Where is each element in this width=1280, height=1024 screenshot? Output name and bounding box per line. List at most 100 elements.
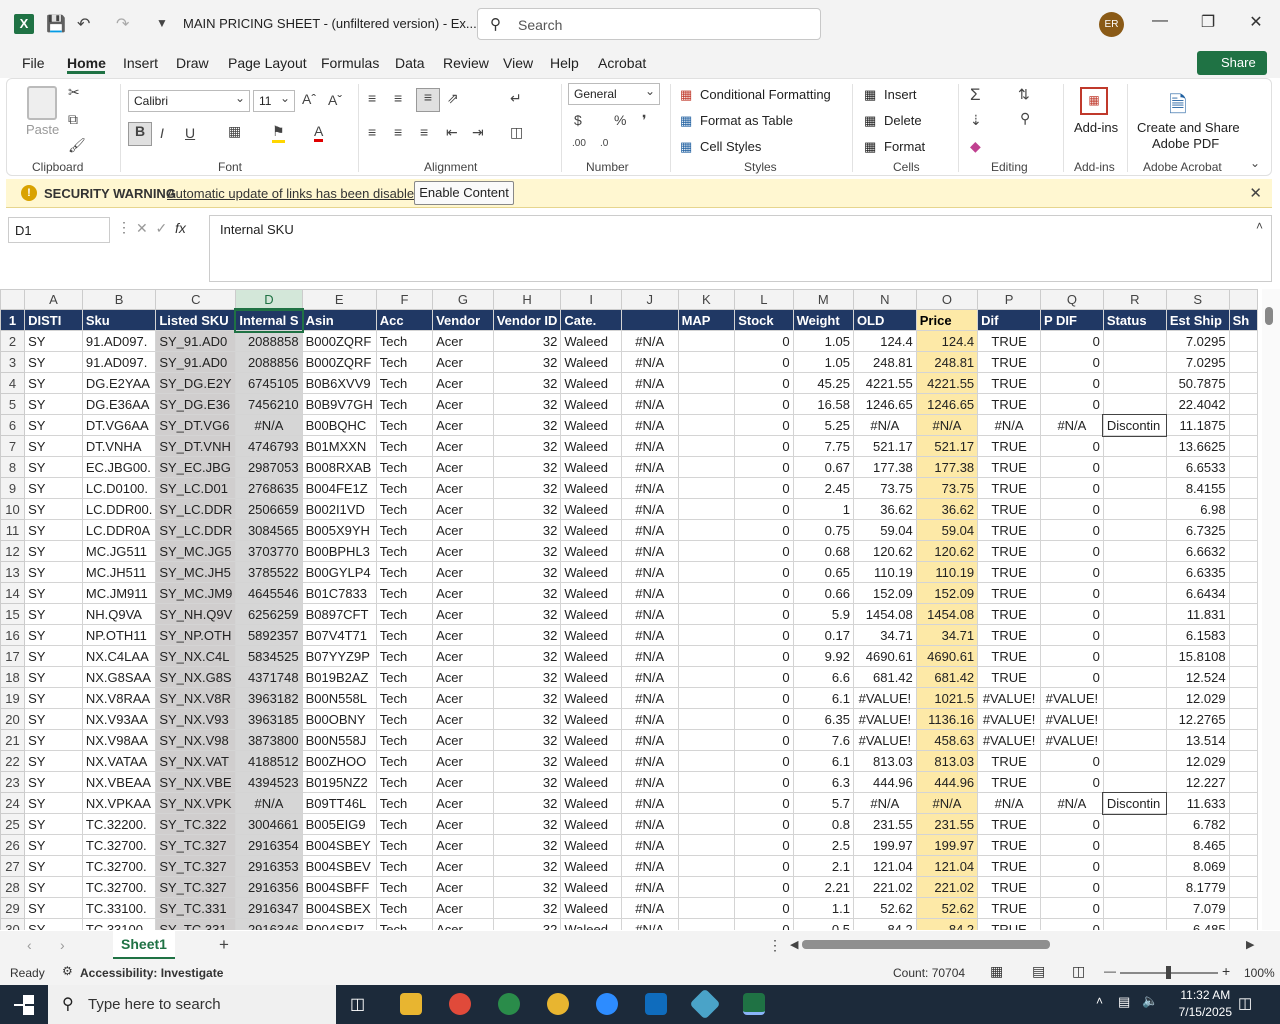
- table-cell[interactable]: 32: [492, 561, 562, 583]
- chrome-alt-icon[interactable]: [547, 993, 569, 1015]
- page-layout-view-icon[interactable]: ▤: [1032, 963, 1045, 980]
- table-cell[interactable]: 231.55: [915, 813, 979, 835]
- table-cell[interactable]: 0: [1039, 855, 1104, 877]
- table-cell[interactable]: Tech: [375, 666, 434, 688]
- table-cell[interactable]: [677, 414, 736, 436]
- table-cell[interactable]: Tech: [375, 372, 434, 394]
- table-cell[interactable]: 152.09: [852, 582, 917, 604]
- font-name-select[interactable]: Calibri: [128, 90, 250, 112]
- table-cell[interactable]: 0: [734, 792, 794, 814]
- table-cell[interactable]: SY: [24, 477, 83, 499]
- table-cell[interactable]: 231.55: [852, 813, 917, 835]
- table-cell[interactable]: Tech: [375, 519, 434, 541]
- table-cell[interactable]: Acer: [432, 519, 494, 541]
- table-cell[interactable]: B01MXXN: [301, 435, 377, 457]
- table-cell[interactable]: Acer: [432, 477, 494, 499]
- table-cell[interactable]: #N/A: [620, 708, 679, 730]
- align-middle-icon[interactable]: ≡: [394, 90, 402, 106]
- spreadsheet-grid[interactable]: A B C D E F G H I J K L M N O P Q R S 1 DISTI Sku Listed SKU In…: [0, 289, 1258, 930]
- table-cell[interactable]: 0: [1039, 351, 1104, 373]
- zoom-app-icon[interactable]: [596, 993, 618, 1015]
- table-cell[interactable]: 2768635: [235, 477, 303, 499]
- table-cell[interactable]: [677, 603, 736, 625]
- header-cell[interactable]: Price: [915, 309, 979, 331]
- table-cell[interactable]: SY: [24, 330, 83, 352]
- header-cell[interactable]: DISTI: [24, 309, 83, 331]
- table-cell[interactable]: SY_TC.331: [155, 918, 237, 930]
- table-cell[interactable]: 1454.08: [852, 603, 917, 625]
- table-cell[interactable]: DT.VNHA: [81, 435, 157, 457]
- table-cell[interactable]: #N/A: [620, 729, 679, 751]
- table-cell[interactable]: LC.DDR00.: [81, 498, 157, 520]
- table-cell[interactable]: 52.62: [915, 897, 979, 919]
- table-cell[interactable]: B000ZQRF: [301, 351, 377, 373]
- table-cell[interactable]: SY: [24, 393, 83, 415]
- table-cell[interactable]: Waleed: [560, 624, 622, 646]
- create-pdf-button-line2[interactable]: Adobe PDF: [1152, 136, 1219, 151]
- table-cell[interactable]: #N/A: [852, 792, 917, 814]
- table-cell[interactable]: MC.JH511: [81, 561, 157, 583]
- table-cell[interactable]: [1228, 813, 1258, 835]
- table-cell[interactable]: 1246.65: [852, 393, 917, 415]
- table-cell[interactable]: 4221.55: [852, 372, 917, 394]
- table-cell[interactable]: [1102, 351, 1167, 373]
- table-cell[interactable]: 1.05: [792, 351, 854, 373]
- table-cell[interactable]: TC.33100.: [81, 918, 157, 930]
- table-cell[interactable]: 73.75: [915, 477, 979, 499]
- table-cell[interactable]: Acer: [432, 855, 494, 877]
- table-cell[interactable]: 1246.65: [915, 393, 979, 415]
- more-icon[interactable]: ⋮: [117, 219, 131, 236]
- table-cell[interactable]: SY_91.AD0: [155, 330, 237, 352]
- table-cell[interactable]: TRUE: [977, 477, 1041, 499]
- table-cell[interactable]: B00BPHL3: [301, 540, 377, 562]
- table-cell[interactable]: [677, 834, 736, 856]
- table-cell[interactable]: 7.6: [792, 729, 854, 751]
- table-cell[interactable]: 32: [492, 372, 562, 394]
- column-header[interactable]: O: [915, 289, 979, 310]
- table-cell[interactable]: [1102, 582, 1167, 604]
- table-cell[interactable]: Waleed: [560, 666, 622, 688]
- table-cell[interactable]: #N/A: [620, 372, 679, 394]
- table-cell[interactable]: Waleed: [560, 813, 622, 835]
- table-cell[interactable]: [1228, 498, 1258, 520]
- table-cell[interactable]: 32: [492, 498, 562, 520]
- table-cell[interactable]: NX.VPKAA: [81, 792, 157, 814]
- table-cell[interactable]: [1102, 729, 1167, 751]
- number-format-select[interactable]: General: [568, 83, 660, 105]
- table-cell[interactable]: TRUE: [977, 582, 1041, 604]
- table-cell[interactable]: Acer: [432, 750, 494, 772]
- table-cell[interactable]: 34.71: [915, 624, 979, 646]
- table-cell[interactable]: SY: [24, 540, 83, 562]
- table-cell[interactable]: B008RXAB: [301, 456, 377, 478]
- table-cell[interactable]: 84.2: [915, 918, 979, 930]
- table-cell[interactable]: 6.6434: [1165, 582, 1230, 604]
- table-cell[interactable]: SY_DG.E2Y: [155, 372, 237, 394]
- table-cell[interactable]: 32: [492, 792, 562, 814]
- table-cell[interactable]: B004SBI7: [301, 918, 377, 930]
- table-cell[interactable]: Acer: [432, 813, 494, 835]
- chrome-profile-icon[interactable]: [498, 993, 520, 1015]
- tab-formulas[interactable]: Formulas: [321, 55, 379, 71]
- table-cell[interactable]: TRUE: [977, 456, 1041, 478]
- normal-view-icon[interactable]: ▦: [990, 963, 1003, 980]
- table-cell[interactable]: 0: [734, 813, 794, 835]
- tab-file[interactable]: File: [22, 55, 45, 71]
- redo-icon[interactable]: ↷: [116, 14, 129, 34]
- table-cell[interactable]: 0: [1039, 771, 1104, 793]
- table-cell[interactable]: SY_NX.G8S: [155, 666, 237, 688]
- zoom-in-icon[interactable]: +: [1222, 963, 1230, 979]
- header-cell[interactable]: Est Ship: [1165, 309, 1230, 331]
- table-cell[interactable]: 0: [734, 834, 794, 856]
- table-cell[interactable]: TRUE: [977, 813, 1041, 835]
- table-cell[interactable]: 0: [734, 771, 794, 793]
- table-cell[interactable]: TRUE: [977, 519, 1041, 541]
- header-cell[interactable]: [620, 309, 679, 331]
- table-cell[interactable]: 8.1779: [1165, 876, 1230, 898]
- table-cell[interactable]: NX.VBEAA: [81, 771, 157, 793]
- align-right-icon[interactable]: ≡: [420, 124, 428, 140]
- table-cell[interactable]: #VALUE!: [977, 729, 1041, 751]
- table-cell[interactable]: 813.03: [915, 750, 979, 772]
- table-cell[interactable]: 16.58: [792, 393, 854, 415]
- column-header[interactable]: P: [977, 289, 1041, 310]
- table-cell[interactable]: B004SBEX: [301, 897, 377, 919]
